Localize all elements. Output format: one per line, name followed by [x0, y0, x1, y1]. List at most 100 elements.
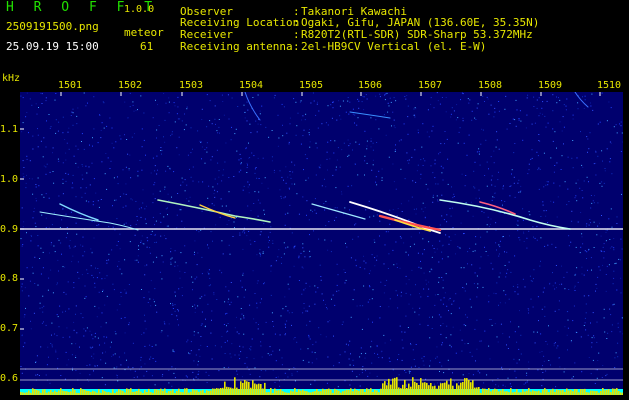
power-bar — [592, 390, 594, 395]
noise-pixel — [267, 353, 269, 355]
noise-pixel — [539, 351, 541, 353]
noise-pixel — [213, 294, 215, 296]
noise-pixel — [527, 94, 529, 96]
noise-pixel — [66, 364, 68, 366]
noise-pixel — [117, 265, 118, 267]
noise-pixel — [120, 364, 122, 366]
noise-pixel — [135, 223, 137, 225]
noise-pixel — [441, 245, 443, 247]
noise-pixel — [197, 360, 199, 362]
noise-pixel — [86, 327, 88, 329]
noise-pixel — [379, 220, 381, 222]
noise-pixel — [341, 193, 343, 195]
noise-pixel — [537, 296, 539, 298]
noise-pixel — [128, 324, 130, 326]
noise-pixel — [605, 240, 607, 242]
noise-pixel — [154, 170, 156, 172]
noise-pixel — [65, 180, 67, 182]
noise-pixel — [540, 237, 542, 239]
noise-pixel — [343, 269, 345, 271]
noise-pixel — [26, 267, 28, 269]
noise-pixel — [309, 338, 311, 340]
noise-pixel — [355, 265, 357, 267]
noise-pixel — [518, 118, 520, 119]
noise-pixel — [116, 309, 118, 311]
noise-pixel — [263, 223, 265, 225]
noise-pixel — [450, 215, 452, 217]
noise-pixel — [533, 278, 534, 280]
noise-pixel — [302, 267, 304, 269]
noise-pixel — [43, 196, 45, 198]
power-bar — [96, 392, 98, 395]
noise-pixel — [128, 322, 130, 324]
noise-pixel — [408, 162, 410, 164]
noise-pixel — [477, 370, 479, 372]
noise-pixel — [228, 290, 230, 292]
noise-pixel — [529, 214, 531, 216]
noise-pixel — [59, 305, 61, 307]
noise-pixel — [460, 267, 462, 269]
noise-pixel — [199, 140, 201, 142]
noise-pixel — [496, 131, 498, 133]
noise-pixel — [302, 196, 304, 198]
noise-pixel — [422, 253, 424, 255]
noise-pixel — [438, 277, 440, 279]
power-bar — [560, 390, 562, 395]
noise-pixel — [552, 94, 554, 96]
noise-pixel — [154, 182, 156, 184]
noise-pixel — [79, 372, 81, 374]
noise-pixel — [302, 247, 304, 249]
noise-pixel — [115, 141, 117, 143]
noise-pixel — [359, 305, 361, 307]
noise-pixel — [113, 177, 115, 179]
noise-pixel — [106, 188, 108, 190]
noise-pixel — [537, 155, 539, 157]
noise-pixel — [621, 248, 623, 250]
noise-pixel — [372, 321, 373, 323]
noise-pixel — [93, 237, 95, 239]
noise-pixel — [21, 207, 23, 209]
noise-pixel — [288, 312, 290, 314]
power-bar — [64, 391, 66, 395]
power-bar — [446, 380, 448, 395]
noise-pixel — [286, 320, 288, 322]
noise-pixel — [616, 289, 618, 291]
power-bar — [222, 387, 224, 395]
noise-pixel — [586, 258, 587, 259]
power-bar — [108, 392, 110, 395]
noise-pixel — [423, 288, 425, 290]
noise-pixel — [364, 268, 366, 270]
noise-pixel — [259, 376, 261, 378]
noise-pixel — [513, 182, 515, 184]
noise-pixel — [162, 374, 164, 376]
noise-pixel — [156, 311, 158, 313]
noise-pixel — [383, 334, 385, 336]
noise-pixel — [345, 279, 347, 281]
noise-pixel — [422, 238, 424, 240]
noise-pixel — [69, 240, 71, 241]
noise-pixel — [40, 346, 42, 348]
noise-pixel — [92, 137, 93, 139]
noise-pixel — [87, 273, 89, 274]
noise-pixel — [432, 194, 434, 196]
noise-pixel — [415, 213, 417, 215]
noise-pixel — [107, 157, 109, 159]
noise-pixel — [617, 356, 619, 358]
noise-pixel — [241, 313, 243, 315]
noise-pixel — [32, 217, 34, 219]
noise-pixel — [273, 169, 275, 171]
noise-pixel — [141, 128, 143, 130]
noise-pixel — [206, 346, 208, 347]
power-bar — [406, 388, 408, 395]
noise-pixel — [408, 370, 410, 372]
noise-pixel — [479, 164, 481, 166]
power-bar — [314, 391, 316, 395]
noise-pixel — [365, 352, 367, 354]
noise-pixel — [207, 271, 209, 273]
noise-pixel — [102, 291, 103, 292]
noise-pixel — [313, 100, 315, 102]
noise-pixel — [89, 374, 91, 376]
noise-pixel — [149, 252, 151, 254]
noise-pixel — [325, 304, 326, 305]
noise-pixel — [486, 224, 488, 226]
